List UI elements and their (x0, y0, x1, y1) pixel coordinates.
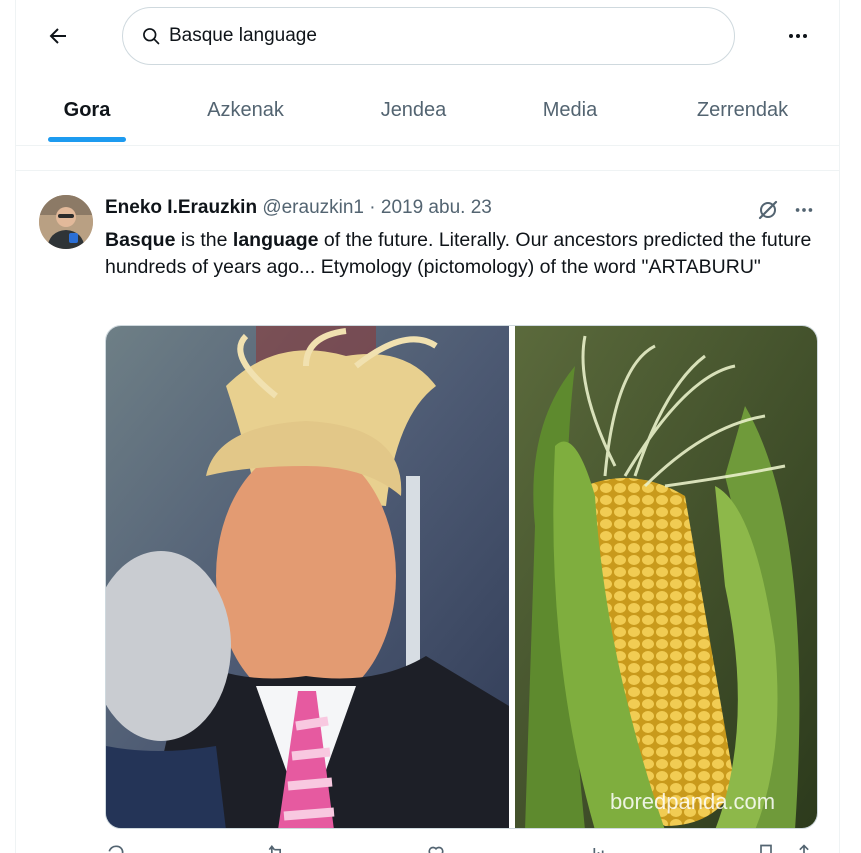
search-box[interactable] (122, 7, 735, 65)
repost-icon[interactable] (265, 843, 287, 853)
more-options-button[interactable] (778, 16, 818, 56)
tweet-header: Eneko I.Erauzkin @erauzkin1 · 2019 abu. … (105, 197, 492, 219)
tab-latest[interactable]: Azkenak (158, 78, 333, 142)
photo-man-hair (106, 326, 509, 828)
search-tabs: Gora Azkenak Jendea Media Zerrendak (16, 78, 839, 146)
highlight-language: language (232, 229, 319, 251)
bookmark-icon[interactable] (755, 843, 777, 853)
tweet-text: Basque is the language of the future. Li… (105, 227, 820, 281)
media-watermark: boredpanda.com (610, 789, 776, 814)
tweet-media[interactable]: boredpanda.com (105, 325, 818, 829)
avatar[interactable] (39, 195, 93, 249)
more-horizontal-icon (789, 34, 807, 38)
like-icon[interactable] (425, 843, 447, 853)
author-handle[interactable]: @erauzkin1 (262, 197, 364, 218)
grok-button[interactable] (754, 196, 782, 224)
more-horizontal-icon (795, 208, 813, 212)
header-separator: · (369, 197, 376, 218)
tab-top[interactable]: Gora (16, 78, 158, 142)
tab-label: Zerrendak (696, 98, 789, 121)
tweet-date[interactable]: 2019 abu. 23 (381, 197, 492, 218)
tab-people[interactable]: Jendea (333, 78, 494, 142)
tab-label: Gora (63, 98, 111, 121)
grok-icon (758, 200, 778, 220)
tab-label: Jendea (380, 98, 447, 121)
highlight-basque: Basque (105, 229, 176, 251)
search-input[interactable] (169, 25, 709, 47)
search-icon (143, 28, 160, 45)
timeline-column: Gora Azkenak Jendea Media Zerrendak Enek… (15, 0, 840, 853)
tweet-text-part: is the (175, 229, 233, 251)
tab-label: Media (542, 98, 598, 121)
back-button[interactable] (38, 16, 78, 56)
divider (16, 170, 839, 171)
active-tab-indicator (48, 137, 126, 142)
tweet-actions (105, 843, 818, 853)
tab-media[interactable]: Media (494, 78, 646, 142)
tweet-more-button[interactable] (790, 196, 818, 224)
arrow-left-icon (49, 28, 66, 44)
author-name[interactable]: Eneko I.Erauzkin (105, 197, 257, 218)
share-icon[interactable] (793, 843, 815, 853)
tab-lists[interactable]: Zerrendak (646, 78, 839, 142)
avatar-image (39, 195, 93, 249)
tab-label: Azkenak (207, 98, 284, 121)
photo-corn-cob (515, 326, 817, 828)
views-icon[interactable] (585, 843, 607, 853)
reply-icon[interactable] (105, 843, 127, 853)
